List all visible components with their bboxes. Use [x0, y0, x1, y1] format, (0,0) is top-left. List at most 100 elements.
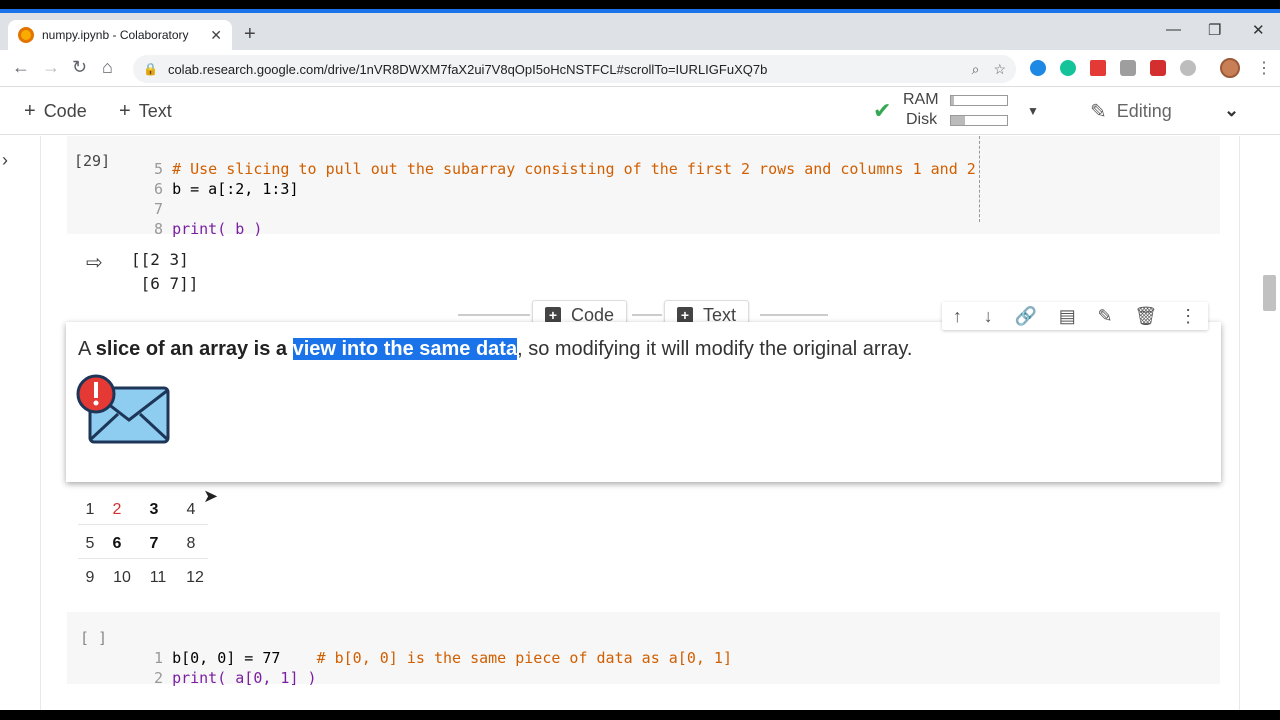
extension-6-icon[interactable] [1180, 60, 1196, 76]
add-divider-mid [632, 314, 662, 316]
cell-exec-label: [29] [74, 152, 111, 170]
md-bold: slice of an array is a [95, 338, 293, 360]
top-stripe [0, 0, 1280, 13]
edit-icon[interactable]: ✎ [1098, 306, 1113, 327]
code-comment: # Use slicing to pull out the subarray c… [172, 160, 976, 178]
connected-check-icon: ✔ [873, 98, 892, 123]
profile-avatar[interactable] [1220, 58, 1240, 78]
comment-icon[interactable]: ▤ [1059, 306, 1076, 327]
move-up-icon[interactable]: ↑ [953, 306, 962, 327]
back-icon[interactable]: ← [12, 57, 30, 78]
grid-cell: 10 [113, 569, 131, 586]
grid-cell: 11 [149, 569, 167, 586]
home-icon[interactable]: ⌂ [102, 57, 113, 78]
code-comment: # b[0, 0] is the same piece of data as a… [316, 649, 732, 667]
markdown-text: A slice of an array is a view into the s… [78, 338, 912, 361]
extension-3-icon[interactable] [1090, 60, 1106, 76]
output-icon[interactable]: ⇨ [86, 250, 103, 275]
add-text-button[interactable]: + Text [119, 100, 172, 123]
code-text: b[0, 0] = 77 [172, 649, 281, 667]
move-down-icon[interactable]: ↓ [984, 306, 993, 327]
address-bar-row: ← → ↻ ⌂ 🔒 colab.research.google.com/driv… [0, 50, 1280, 87]
browser-menu-icon[interactable]: ⋮ [1256, 58, 1272, 78]
code-line: 1 b[0, 0] = 77 # b[0, 0] is the same pie… [154, 648, 732, 668]
add-text-label: Text [138, 101, 172, 121]
add-code-button[interactable]: + Code [24, 100, 87, 123]
plus-icon: + [24, 100, 36, 122]
code-line: 5 # Use slicing to pull out the subarray… [154, 159, 976, 179]
grid-cell: 7 [149, 535, 159, 552]
tab-title: numpy.ipynb - Colaboratory [42, 28, 189, 42]
new-tab-icon[interactable]: + [244, 23, 256, 46]
cell-toolbar: ↑ ↓ 🔗 ▤ ✎ 🗑 ⋮ [942, 302, 1208, 330]
line-number: 2 [154, 669, 164, 687]
sidebar-expand-icon[interactable]: › [2, 150, 8, 171]
text-cell[interactable]: A slice of an array is a view into the s… [66, 322, 1221, 482]
cell2-code-lines: 1 b[0, 0] = 77 # b[0, 0] is the same pie… [154, 628, 732, 708]
minimize-icon[interactable]: — [1166, 21, 1181, 38]
md-part: A [78, 338, 96, 360]
md-part: , so modifying it will modify the origin… [517, 338, 913, 360]
line-number: 6 [154, 180, 164, 198]
colab-toolbar: + Code + Text ✔ RAM Disk ▼ ✎ Editing ⌄ [0, 88, 1280, 135]
code-text: b = a[:2, 1:3] [172, 180, 299, 198]
tab-close-icon[interactable]: ✕ [210, 27, 222, 44]
resources-dropdown-icon[interactable]: ▼ [1027, 104, 1039, 118]
camera-icon[interactable] [1120, 60, 1136, 76]
more-options-icon[interactable]: ⋮ [1179, 306, 1197, 327]
bookmark-star-icon[interactable]: ☆ [993, 61, 1006, 78]
grid-cell: 8 [186, 535, 196, 552]
run-cell-button[interactable]: [ ] [80, 629, 107, 647]
add-code-label: Code [43, 101, 87, 121]
grid-line [78, 558, 208, 559]
line-number: 1 [154, 649, 164, 667]
omnibox[interactable]: 🔒 colab.research.google.com/drive/1nVR8D… [133, 55, 1016, 83]
disk-label: Disk [906, 111, 938, 128]
plus-box-icon: + [677, 307, 693, 323]
add-divider-left [458, 314, 530, 316]
ram-bar [950, 95, 1008, 106]
cell-output: [[2 3] [6 7]] [131, 250, 199, 293]
lock-icon: 🔒 [143, 62, 158, 76]
line-number: 7 [154, 200, 164, 218]
extension-5-icon[interactable] [1150, 60, 1166, 76]
disk-bar-fill [951, 116, 965, 125]
cell-code-lines: 5 # Use slicing to pull out the subarray… [154, 139, 976, 259]
url-text: colab.research.google.com/drive/1nVR8DWX… [167, 61, 768, 77]
plus-box-icon: + [545, 307, 561, 323]
ram-label: RAM [903, 91, 939, 108]
grid-cell: 2 [112, 501, 122, 518]
search-icon[interactable]: ⌕ [972, 61, 980, 78]
browser-tab-bar: numpy.ipynb - Colaboratory ✕ + — ❐ ✕ [0, 13, 1280, 50]
plus-icon: + [119, 100, 131, 122]
restore-icon[interactable]: ❐ [1208, 21, 1221, 39]
forward-icon[interactable]: → [42, 57, 60, 78]
grammarly-icon[interactable] [1060, 60, 1076, 76]
mouse-cursor-icon: ➤ [203, 486, 219, 506]
line-number: 5 [154, 160, 164, 178]
editing-label: Editing [1116, 101, 1172, 121]
browser-tab[interactable]: numpy.ipynb - Colaboratory ✕ [8, 20, 232, 50]
code-text: print( a[0, 1] ) [172, 669, 317, 687]
grid-cell: 9 [85, 569, 95, 586]
collapse-header-icon[interactable]: ⌄ [1224, 100, 1239, 121]
mail-alert-icon [76, 374, 170, 444]
grid-line [78, 524, 208, 525]
ruler-line [979, 136, 980, 222]
extension-1-icon[interactable] [1030, 60, 1046, 76]
add-divider-right [760, 314, 828, 316]
code-line: 7 [154, 199, 976, 219]
grid-cell: 6 [112, 535, 122, 552]
left-divider [40, 136, 41, 716]
reload-icon[interactable]: ↻ [72, 57, 87, 78]
editing-button[interactable]: ✎ Editing [1090, 99, 1172, 124]
delete-icon[interactable]: 🗑 [1134, 306, 1157, 327]
window-close-icon[interactable]: ✕ [1252, 21, 1265, 39]
right-divider [1239, 136, 1240, 716]
scrollbar-thumb[interactable] [1263, 275, 1276, 311]
grid-cell: 3 [149, 501, 159, 518]
grid-cell: 12 [186, 569, 204, 586]
link-icon[interactable]: 🔗 [1014, 306, 1036, 327]
md-selection: view into the same data [292, 338, 518, 360]
colab-favicon-icon [18, 27, 34, 43]
